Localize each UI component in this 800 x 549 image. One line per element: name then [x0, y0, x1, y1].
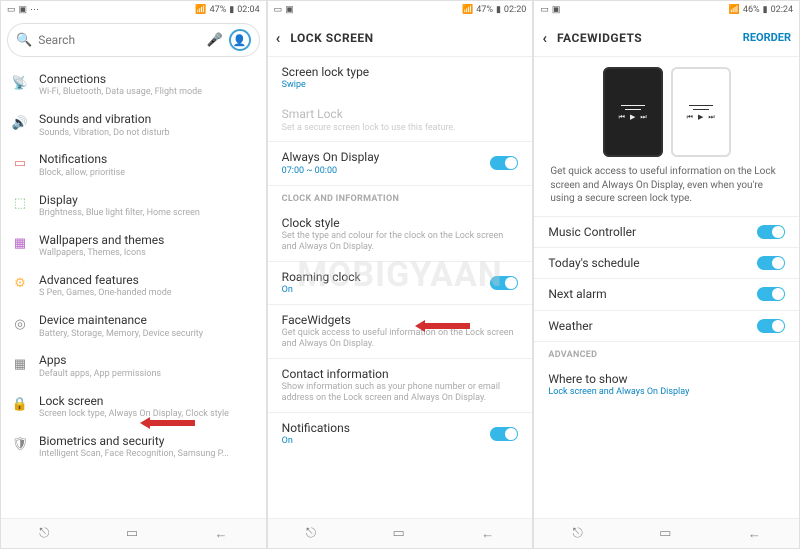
nav-bar: ⎋ ▭ ← — [534, 518, 799, 548]
biometrics-icon: 🛡 — [11, 435, 29, 455]
preview-phone-dark: ⏮▶⏭ — [603, 67, 663, 157]
reorder-button[interactable]: REORDER — [743, 31, 791, 44]
status-bar: ▭▣ 📶46%▮02:24 — [534, 1, 799, 19]
item-todays-schedule[interactable]: Today's schedule — [534, 248, 799, 278]
settings-item-biometrics[interactable]: 🛡Biometrics and securityIntelligent Scan… — [1, 427, 266, 467]
notifications-icon: ▭ — [11, 153, 29, 173]
search-bar[interactable]: 🔍 🎤 👤 — [7, 23, 260, 57]
settings-item-sounds[interactable]: 🔊Sounds and vibrationSounds, Vibration, … — [1, 105, 266, 145]
profile-icon[interactable]: 👤 — [229, 29, 251, 51]
nav-back-icon[interactable]: ← — [748, 526, 761, 542]
back-icon[interactable]: ‹ — [542, 29, 547, 47]
settings-item-display[interactable]: ⬚DisplayBrightness, Blue light filter, H… — [1, 186, 266, 226]
battery-icon: ▮ — [763, 5, 768, 15]
maintenance-icon: ◎ — [11, 314, 29, 334]
item-weather[interactable]: Weather — [534, 311, 799, 341]
settings-item-notifications[interactable]: ▭NotificationsBlock, allow, prioritise — [1, 145, 266, 185]
item-clock-style[interactable]: Clock style Set the type and colour for … — [268, 208, 533, 261]
screen-facewidgets: ▭▣ 📶46%▮02:24 ‹ FACEWIDGETS REORDER ⏮▶⏭ … — [533, 0, 800, 549]
settings-item-maintenance[interactable]: ◎Device maintenanceBattery, Storage, Mem… — [1, 306, 266, 346]
toggle-music[interactable] — [757, 225, 785, 239]
mic-icon[interactable]: 🎤 — [206, 33, 222, 48]
nav-back-icon[interactable]: ← — [214, 526, 227, 542]
toggle-roaming[interactable] — [490, 276, 518, 290]
signal-icon: 📶 — [462, 5, 473, 15]
toggle-alarm[interactable] — [757, 287, 785, 301]
item-next-alarm[interactable]: Next alarm — [534, 279, 799, 309]
settings-item-connections[interactable]: 📡ConnectionsWi-Fi, Bluetooth, Data usage… — [1, 65, 266, 105]
preview-area: ⏮▶⏭ ⏮▶⏭ Get quick access to useful infor… — [534, 57, 799, 216]
signal-icon: 📶 — [195, 5, 206, 15]
nav-recent-icon[interactable]: ⎋ — [39, 526, 49, 541]
connections-icon: 📡 — [11, 73, 29, 93]
lock-icon: 🔒 — [11, 395, 29, 415]
item-facewidgets[interactable]: FaceWidgets Get quick access to useful i… — [268, 305, 533, 358]
wallpaper-icon: ▦ — [11, 234, 29, 254]
search-icon: 🔍 — [16, 33, 32, 48]
signal-icon: 📶 — [729, 5, 740, 15]
item-always-on-display[interactable]: Always On Display 07:00 ~ 00:00 — [268, 142, 533, 184]
section-advanced: ADVANCED — [534, 342, 799, 364]
nav-recent-icon[interactable]: ⎋ — [306, 526, 316, 541]
nav-home-icon[interactable]: ▭ — [126, 526, 138, 541]
settings-item-apps[interactable]: ▦AppsDefault apps, App permissions — [1, 346, 266, 386]
display-icon: ⬚ — [11, 194, 29, 214]
item-screen-lock-type[interactable]: Screen lock type Swipe — [268, 57, 533, 99]
preview-description: Get quick access to useful information o… — [548, 165, 785, 206]
settings-item-lockscreen[interactable]: 🔒Lock screenScreen lock type, Always On … — [1, 387, 266, 427]
status-bar: ▭▣⋯ 📶47%▮02:04 — [1, 1, 266, 19]
preview-phone-light: ⏮▶⏭ — [671, 67, 731, 157]
header: ‹ LOCK SCREEN — [268, 19, 533, 57]
nav-bar: ⎋ ▭ ← — [268, 518, 533, 548]
search-input[interactable] — [38, 33, 200, 47]
item-contact-info[interactable]: Contact information Show information suc… — [268, 359, 533, 412]
advanced-icon: ⚙ — [11, 274, 29, 294]
toggle-schedule[interactable] — [757, 256, 785, 270]
page-title: FACEWIDGETS — [557, 31, 733, 45]
page-title: LOCK SCREEN — [290, 31, 524, 45]
toggle-weather[interactable] — [757, 319, 785, 333]
settings-item-advanced[interactable]: ⚙Advanced featuresS Pen, Games, One-hand… — [1, 266, 266, 306]
item-roaming-clock[interactable]: Roaming clock On — [268, 262, 533, 304]
battery-icon: ▮ — [229, 5, 234, 15]
nav-back-icon[interactable]: ← — [481, 526, 494, 542]
header: ‹ FACEWIDGETS REORDER — [534, 19, 799, 57]
screen-settings: ▭▣⋯ 📶47%▮02:04 🔍 🎤 👤 📡ConnectionsWi-Fi, … — [0, 0, 267, 549]
item-where-to-show[interactable]: Where to show Lock screen and Always On … — [534, 364, 799, 406]
item-notifications[interactable]: Notifications On — [268, 413, 533, 455]
nav-recent-icon[interactable]: ⎋ — [573, 526, 583, 541]
battery-icon: ▮ — [496, 5, 501, 15]
apps-icon: ▦ — [11, 354, 29, 374]
nav-bar: ⎋ ▭ ← — [1, 518, 266, 548]
screen-lockscreen: ▭▣ 📶47%▮02:20 ‹ LOCK SCREEN Screen lock … — [267, 0, 534, 549]
nav-home-icon[interactable]: ▭ — [393, 526, 405, 541]
item-smart-lock: Smart Lock Set a secure screen lock to u… — [268, 99, 533, 141]
back-icon[interactable]: ‹ — [276, 29, 281, 47]
sound-icon: 🔊 — [11, 113, 29, 133]
nav-home-icon[interactable]: ▭ — [659, 526, 671, 541]
status-bar: ▭▣ 📶47%▮02:20 — [268, 1, 533, 19]
toggle-aod[interactable] — [490, 156, 518, 170]
toggle-notifications[interactable] — [490, 427, 518, 441]
settings-item-wallpapers[interactable]: ▦Wallpapers and themesWallpapers, Themes… — [1, 226, 266, 266]
settings-list: 📡ConnectionsWi-Fi, Bluetooth, Data usage… — [1, 61, 266, 471]
item-music-controller[interactable]: Music Controller — [534, 217, 799, 247]
section-clock-info: CLOCK AND INFORMATION — [268, 186, 533, 208]
